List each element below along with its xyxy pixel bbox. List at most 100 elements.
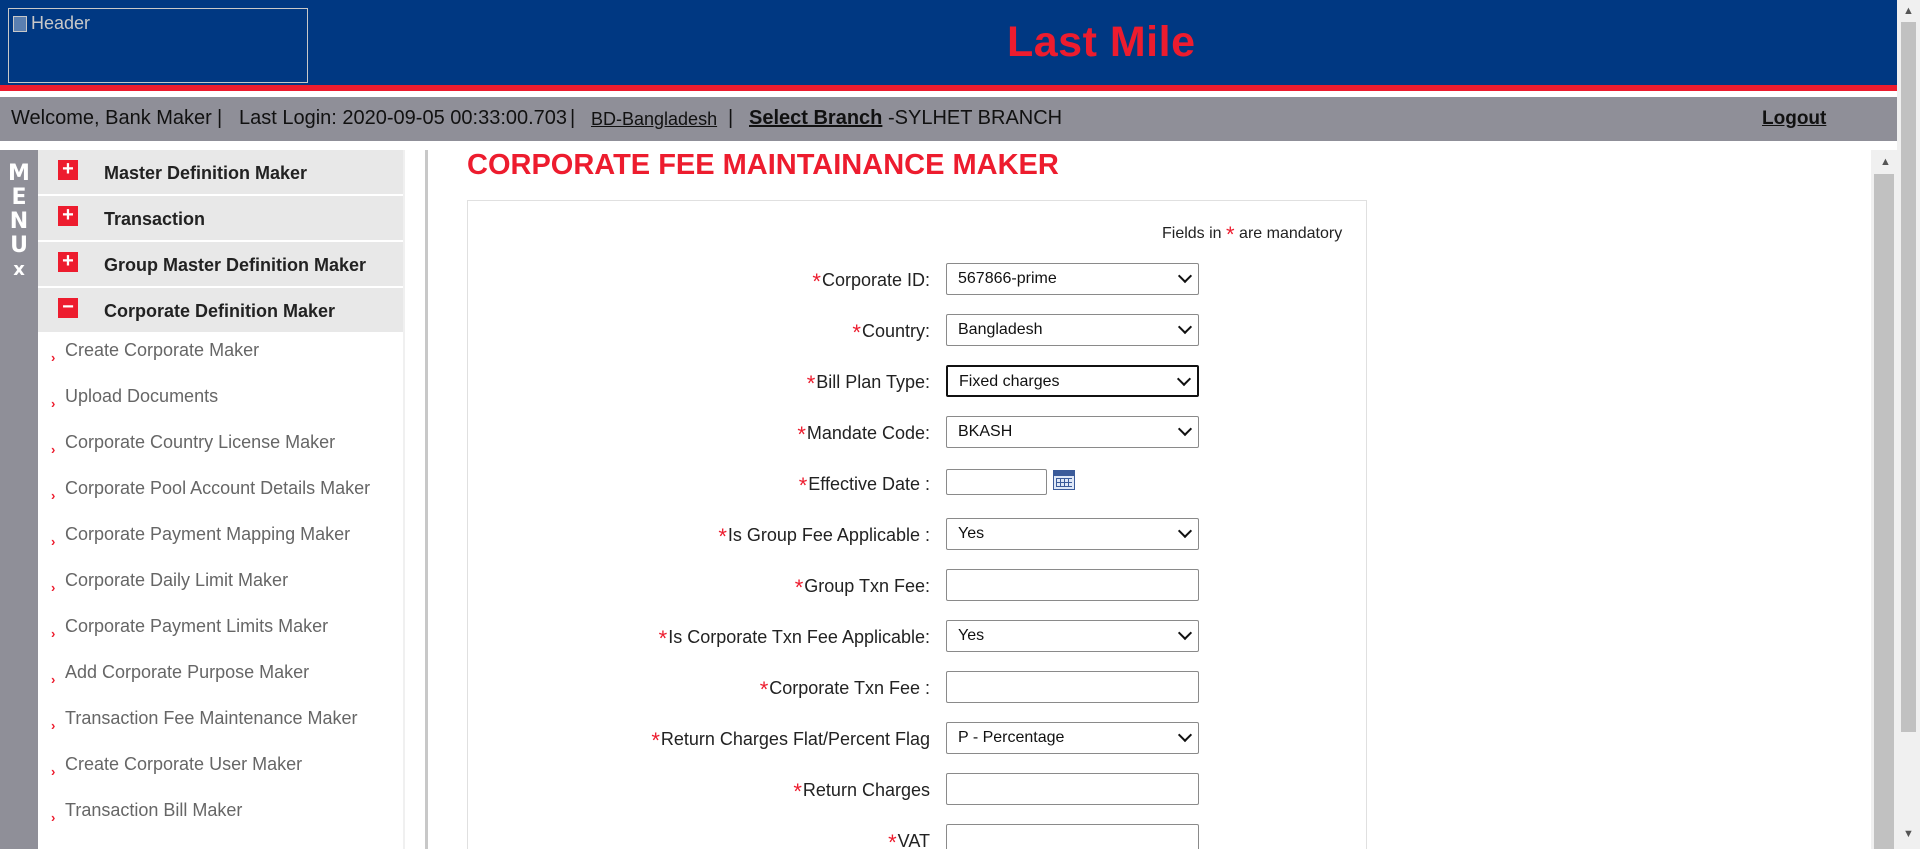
chevron-down-icon [1177,319,1193,335]
field-label: *Group Txn Fee: [794,575,930,600]
selected-value: P - Percentage [958,729,1065,746]
form-row-group-fee-applicable: *Is Group Fee Applicable : Yes [0,518,1200,552]
return-flag-label: Return Charges Flat/Percent Flag [660,729,930,749]
selected-value: Yes [958,627,985,644]
header-logo-alt: Header [31,13,91,33]
page-title: CORPORATE FEE MAINTAINANCE MAKER [467,149,1059,181]
vat-input[interactable] [946,824,1199,849]
group-txn-fee-input[interactable] [946,569,1199,601]
header-logo-image: Header [8,8,308,83]
selected-value: Yes [958,525,985,542]
form-row-corporate-txn-fee: *Corporate Txn Fee : [0,671,1200,705]
sidebar-group-label: Master Definition Maker [104,163,308,183]
field-label: *Country: [852,320,930,345]
field-label: *Is Corporate Txn Fee Applicable: [658,626,930,651]
chevron-down-icon [1177,523,1193,539]
chevron-down-icon [1176,371,1192,387]
return-flag-select[interactable]: P - Percentage [946,722,1199,754]
menu-letter: M [8,161,30,186]
field-label: *Corporate ID: [812,269,930,294]
bullet-arrow-icon: › [51,350,56,365]
app-title: Last Mile [1007,18,1196,66]
welcome-text: Welcome, Bank Maker [11,107,212,129]
form-row-corporate-id: *Corporate ID: 567866-prime [0,263,1200,297]
group-txn-fee-label: Group Txn Fee: [804,576,930,596]
expand-plus-icon[interactable]: + [58,159,78,180]
return-charges-input[interactable] [946,773,1199,805]
chevron-down-icon [1177,268,1193,284]
sidebar-group-label: Transaction [104,209,206,229]
expand-plus-icon[interactable]: + [58,205,78,226]
form-row-return-flag: *Return Charges Flat/Percent Flag P - Pe… [0,722,1200,756]
scrollbar-thumb[interactable] [1901,22,1916,732]
field-label: *Return Charges [793,779,930,804]
mandatory-note: Fields in * are mandatory [1162,222,1342,248]
form-row-country: *Country: Bangladesh [0,314,1200,348]
field-label: *Bill Plan Type: [806,371,930,396]
bill-plan-type-select[interactable]: Fixed charges [946,365,1199,397]
broken-image-icon: Header [13,13,90,34]
scroll-up-arrow-icon[interactable]: ▲ [1880,156,1891,168]
field-label: *Mandate Code: [797,422,930,447]
bullet-arrow-icon: › [51,810,56,825]
menu-letter: U [10,233,28,258]
menu-letter: N [9,209,29,234]
form-row-return-charges: *Return Charges [0,773,1200,807]
field-label: *Is Group Fee Applicable : [718,524,930,549]
group-fee-applicable-select[interactable]: Yes [946,518,1199,550]
sidebar-group-master-definition[interactable]: + Master Definition Maker [38,150,403,196]
field-label: *Return Charges Flat/Percent Flag [651,728,930,753]
scrollbar-thumb[interactable] [1874,174,1894,849]
vat-label: VAT [897,831,930,849]
corporate-txn-fee-input[interactable] [946,671,1199,703]
user-info-bar: Welcome, Bank Maker | Last Login: 2020-0… [0,97,1897,141]
sidebar-group-transaction[interactable]: + Transaction [38,196,403,242]
separator: | [728,107,734,129]
country-link[interactable]: BD-Bangladesh [591,109,717,130]
calendar-icon[interactable] [1053,470,1075,490]
required-star: * [1226,222,1235,247]
app-header: Header Last Mile [0,0,1897,91]
selected-value: 567866-prime [958,270,1057,287]
selected-value: Bangladesh [958,321,1043,338]
corp-fee-applicable-select[interactable]: Yes [946,620,1199,652]
separator: | [570,107,576,129]
form-row-mandate-code: *Mandate Code: BKASH [0,416,1200,450]
form-row-effective-date: *Effective Date : [0,467,1200,501]
mandate-code-label: Mandate Code: [806,423,930,443]
branch-name: -SYLHET BRANCH [888,107,1063,129]
separator: | [217,107,223,129]
form-row-corp-fee-applicable: *Is Corporate Txn Fee Applicable: Yes [0,620,1200,654]
effective-date-label: Effective Date : [808,474,930,494]
effective-date-input[interactable] [946,469,1047,495]
country-label: Country: [861,321,930,341]
logout-link[interactable]: Logout [1762,108,1826,130]
form-row-vat: *VAT [0,824,1200,849]
bill-plan-type-label: Bill Plan Type: [816,372,930,392]
menu-letter: E [11,185,27,210]
corporate-id-select[interactable]: 567866-prime [946,263,1199,295]
return-charges-label: Return Charges [802,780,930,800]
select-branch-link[interactable]: Select Branch [749,107,882,130]
field-label: *Effective Date : [798,473,930,498]
window-scrollbar[interactable]: ▲ ▼ [1897,0,1920,849]
mandate-code-select[interactable]: BKASH [946,416,1199,448]
country-select[interactable]: Bangladesh [946,314,1199,346]
selected-value: BKASH [958,423,1013,440]
scroll-up-arrow-icon[interactable]: ▲ [1903,5,1914,17]
chevron-down-icon [1177,421,1193,437]
chevron-down-icon [1177,727,1193,743]
selected-value: Fixed charges [959,373,1060,390]
scroll-down-arrow-icon[interactable]: ▼ [1903,828,1914,840]
group-fee-applicable-label: Is Group Fee Applicable : [727,525,930,545]
corp-fee-applicable-label: Is Corporate Txn Fee Applicable: [668,627,930,647]
chevron-down-icon [1177,625,1193,641]
field-label: *Corporate Txn Fee : [759,677,930,702]
sidebar-item-label: Create Corporate User Maker [65,754,303,774]
form-row-group-txn-fee: *Group Txn Fee: [0,569,1200,603]
field-label: *VAT [888,830,930,849]
last-login-text: Last Login: 2020-09-05 00:33:00.703 [239,107,568,129]
mandatory-prefix: Fields in [1162,225,1222,242]
content-scrollbar[interactable]: ▲ [1871,150,1897,849]
mandatory-suffix: are mandatory [1239,225,1343,242]
